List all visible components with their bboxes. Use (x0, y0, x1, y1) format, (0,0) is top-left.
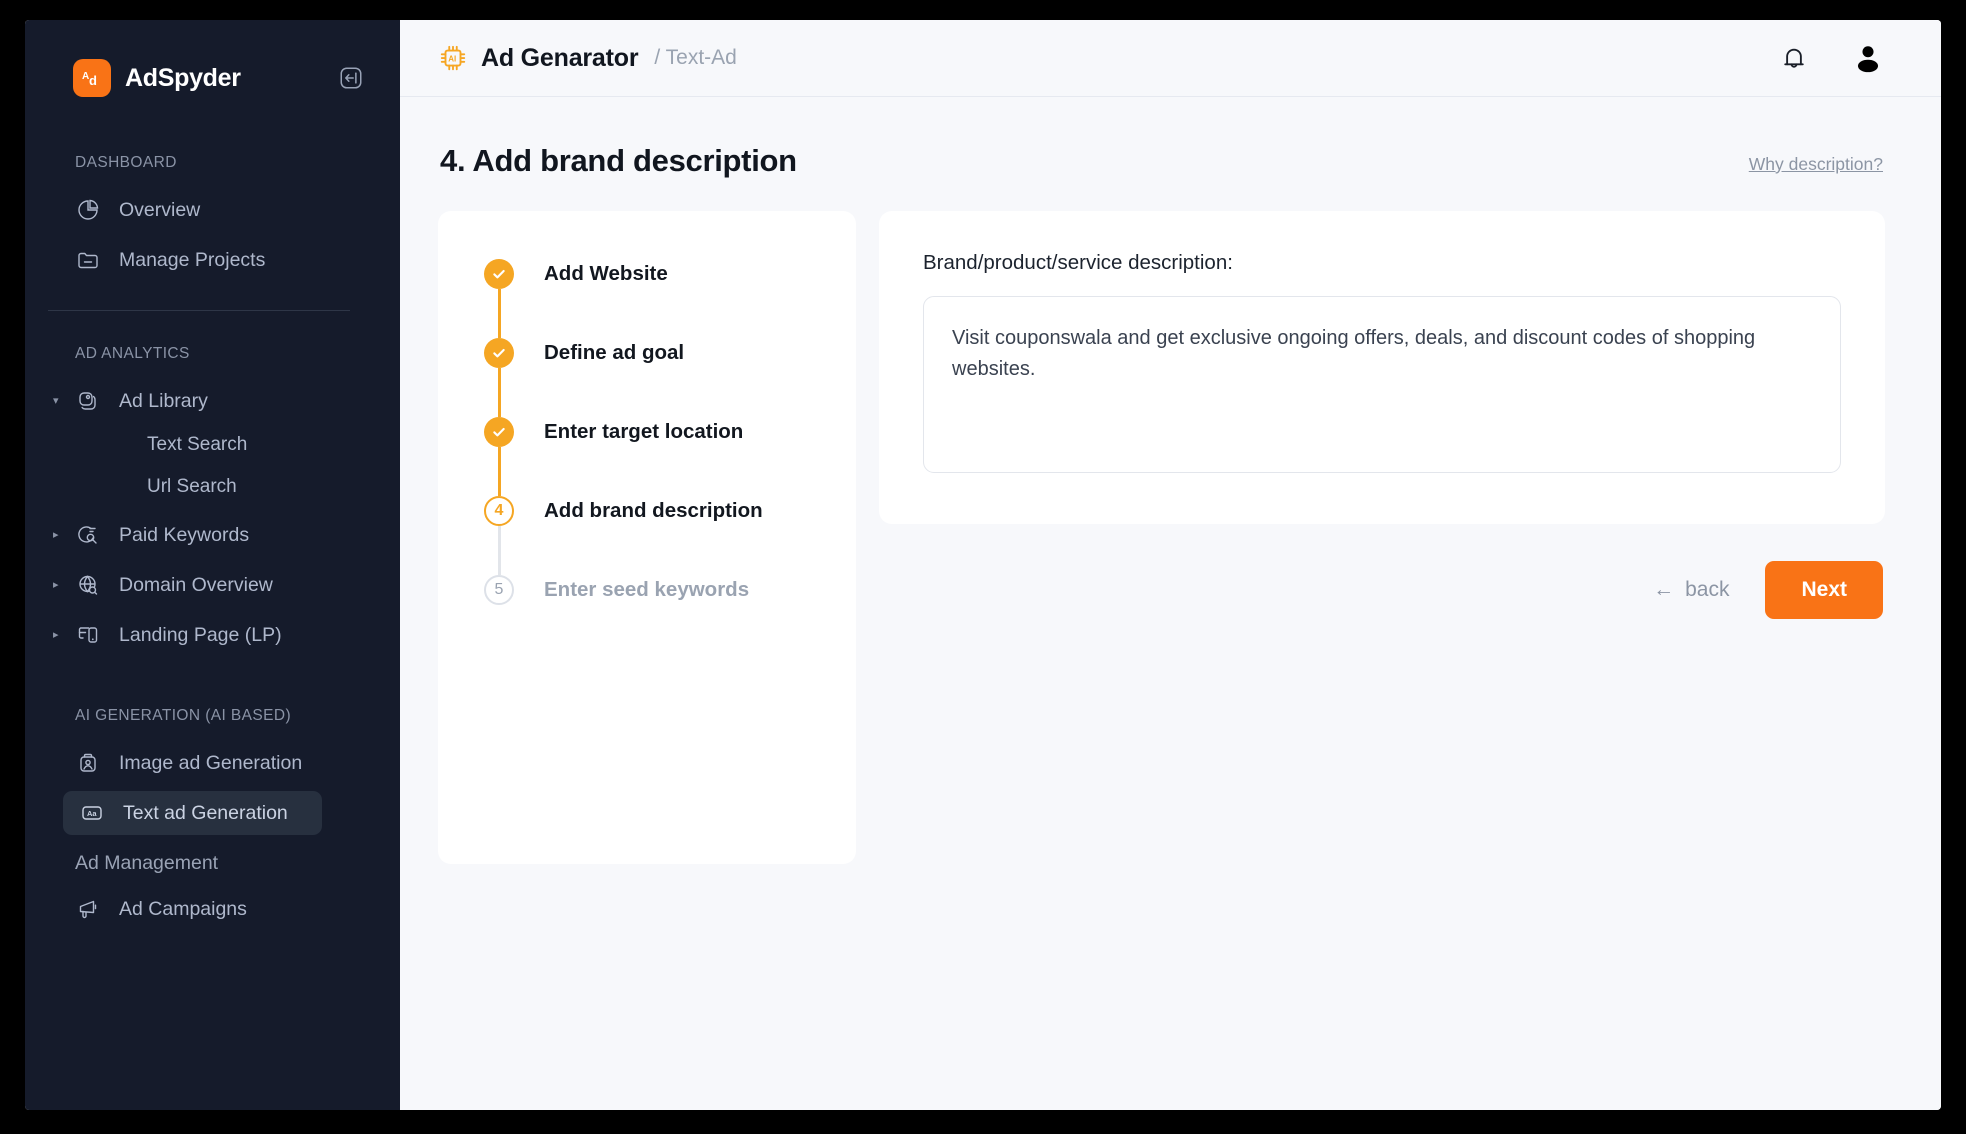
chevron-right-icon: ▸ (53, 530, 67, 541)
sidebar-item-text-ad-generation[interactable]: Aa Text ad Generation (63, 791, 322, 835)
step-label: Add Website (544, 259, 668, 289)
sidebar-item-label: Image ad Generation (119, 752, 302, 775)
sidebar-item-label: Overview (119, 199, 200, 222)
svg-text:AI: AI (448, 54, 456, 63)
back-arrow-icon: ← (1653, 578, 1674, 602)
sidebar-item-label: Manage Projects (119, 249, 265, 272)
app-window: A d AdSpyder DASHBOARD Over (25, 20, 1941, 1110)
step-connector (498, 368, 501, 417)
stepper-list: Add Website Define ad goal (438, 259, 856, 605)
keyword-search-icon (75, 522, 101, 548)
breadcrumb: / Text-Ad (654, 46, 736, 70)
stepper-step-5[interactable]: 5 Enter seed keywords (484, 575, 856, 605)
stepper-step-2[interactable]: Define ad goal (484, 338, 856, 417)
sidebar-section-dashboard: DASHBOARD (25, 154, 400, 172)
stepper-step-3[interactable]: Enter target location (484, 417, 856, 496)
user-avatar-icon[interactable] (1851, 41, 1885, 75)
sidebar-item-domain-overview[interactable]: ▸ Domain Overview (25, 563, 400, 607)
content-area: 4. Add brand description Why description… (400, 97, 1941, 1110)
stepper-step-4[interactable]: 4 Add brand description (484, 496, 856, 575)
sidebar-item-text-search[interactable]: Text Search (25, 425, 400, 465)
step-label: Define ad goal (544, 338, 684, 368)
megaphone-icon (75, 896, 101, 922)
image-ad-icon (75, 750, 101, 776)
sidebar-item-url-search[interactable]: Url Search (25, 467, 400, 507)
sidebar-item-label: Ad Campaigns (119, 898, 247, 921)
back-button[interactable]: ← back (1653, 578, 1729, 602)
sidebar-item-label: Paid Keywords (119, 524, 249, 547)
chevron-right-icon: ▸ (53, 580, 67, 591)
brand-row: A d AdSpyder (25, 52, 400, 104)
step-bullet-current: 4 (484, 496, 514, 526)
sidebar-item-label: Text ad Generation (123, 802, 288, 825)
pie-chart-icon (75, 197, 101, 223)
sidebar-item-label: Text Search (147, 434, 247, 456)
brand-name: AdSpyder (125, 64, 241, 93)
ai-chip-icon: AI (438, 43, 468, 73)
sidebar-item-ad-campaigns[interactable]: Ad Campaigns (25, 887, 400, 931)
step-bullet-done (484, 338, 514, 368)
sidebar-item-overview[interactable]: Overview (25, 188, 400, 232)
description-card: Brand/product/service description: (879, 211, 1885, 524)
sidebar: A d AdSpyder DASHBOARD Over (25, 20, 400, 1110)
brand-description-input[interactable] (923, 296, 1841, 473)
text-ad-icon: Aa (79, 800, 105, 826)
sidebar-section-ai-generation: AI GENERATION (AI BASED) (25, 707, 400, 725)
sidebar-section-ad-management: Ad Management (25, 845, 400, 881)
page-title-header: Ad Genarator (481, 44, 638, 73)
form-wrap: Brand/product/service description: ← bac… (879, 211, 1885, 619)
back-button-label: back (1685, 578, 1729, 602)
step-bullet-todo: 5 (484, 575, 514, 605)
top-bar: AI Ad Genarator / Text-Ad (400, 20, 1941, 97)
sidebar-item-label: Landing Page (LP) (119, 624, 282, 647)
description-field-label: Brand/product/service description: (923, 251, 1841, 275)
sidebar-item-ad-library[interactable]: ▾ Ad Library (25, 379, 400, 423)
page-title: 4. Add brand description (440, 143, 797, 179)
sidebar-section-ad-analytics: AD ANALYTICS (25, 345, 400, 363)
why-description-link[interactable]: Why description? (1749, 154, 1883, 179)
step-bullet-done (484, 417, 514, 447)
chevron-down-icon: ▾ (53, 396, 67, 407)
step-label: Enter target location (544, 417, 743, 447)
layers-icon (75, 388, 101, 414)
step-connector (498, 447, 501, 496)
sidebar-item-label: Ad Library (119, 390, 208, 413)
landing-page-icon (75, 622, 101, 648)
step-bullet-done (484, 259, 514, 289)
next-button[interactable]: Next (1765, 561, 1883, 619)
chevron-right-icon: ▸ (53, 630, 67, 641)
step-connector (498, 289, 501, 338)
sidebar-item-label: Domain Overview (119, 574, 273, 597)
sidebar-item-image-ad-generation[interactable]: Image ad Generation (25, 741, 400, 785)
panels: Add Website Define ad goal (438, 211, 1885, 864)
svg-text:d: d (89, 73, 97, 88)
svg-text:Aa: Aa (87, 809, 97, 818)
form-actions: ← back Next (879, 561, 1885, 619)
main-area: AI Ad Genarator / Text-Ad (400, 20, 1941, 1110)
sidebar-item-label: Url Search (147, 476, 237, 498)
adspyder-logo-icon: A d (73, 59, 111, 97)
collapse-sidebar-icon[interactable] (334, 61, 368, 95)
bell-icon[interactable] (1779, 43, 1809, 73)
folder-icon (75, 247, 101, 273)
stepper-card: Add Website Define ad goal (438, 211, 856, 864)
sidebar-item-paid-keywords[interactable]: ▸ Paid Keywords (25, 513, 400, 557)
sidebar-divider (48, 310, 350, 311)
top-bar-actions (1779, 41, 1885, 75)
sidebar-item-landing-page[interactable]: ▸ Landing Page (LP) (25, 613, 400, 657)
stepper-step-1[interactable]: Add Website (484, 259, 856, 338)
globe-search-icon (75, 572, 101, 598)
page-header: 4. Add brand description Why description… (438, 143, 1885, 179)
step-label: Enter seed keywords (544, 575, 749, 605)
step-connector (498, 526, 501, 575)
sidebar-item-manage-projects[interactable]: Manage Projects (25, 238, 400, 282)
step-label: Add brand description (544, 496, 763, 526)
